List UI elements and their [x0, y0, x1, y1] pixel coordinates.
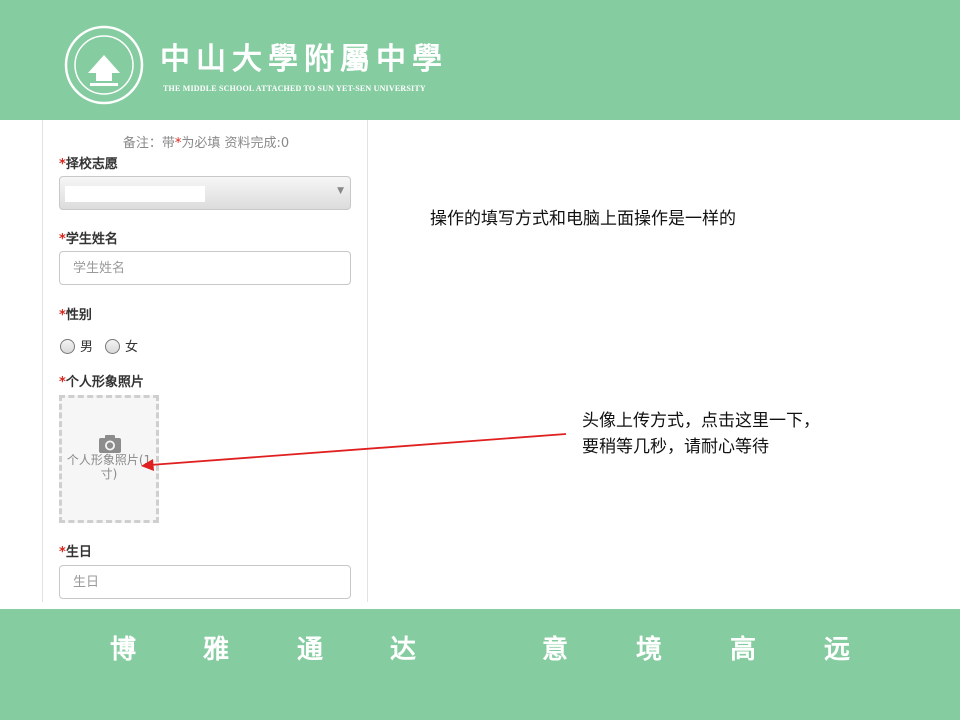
- motto-char: 博: [110, 635, 137, 665]
- instruction-photo: 头像上传方式，点击这里一下， 要稍等几秒，请耐心等待: [582, 408, 820, 460]
- required-mark: *: [59, 232, 66, 247]
- motto-char: 境: [636, 635, 663, 665]
- instruction-photo-line1: 头像上传方式，点击这里一下，: [582, 411, 820, 431]
- footer-banner: 博 雅 通 达 意 境 高 远: [0, 609, 960, 720]
- required-mark: *: [59, 308, 66, 323]
- instruction-photo-line2: 要稍等几秒，请耐心等待: [582, 437, 769, 457]
- required-mark: *: [59, 545, 66, 560]
- gender-label: *性别: [59, 304, 92, 323]
- motto-char: 意: [542, 635, 569, 665]
- school-choice-value: [65, 186, 205, 202]
- photo-label-text: 个人形象照片: [65, 375, 144, 390]
- photo-upload-button[interactable]: 个人形象照片(1寸): [59, 395, 159, 523]
- required-mark: *: [59, 375, 66, 390]
- gender-male-label[interactable]: 男: [80, 336, 93, 355]
- gender-male-radio[interactable]: [60, 339, 75, 354]
- birthday-label: *生日: [59, 541, 92, 560]
- camera-icon: [99, 435, 121, 453]
- note-prefix: 备注：带: [122, 136, 175, 151]
- school-choice-label: *择校志愿: [59, 153, 118, 172]
- motto-char: 雅: [203, 635, 230, 665]
- motto-char: 通: [297, 635, 324, 665]
- required-mark: *: [59, 157, 66, 172]
- birthday-input[interactable]: [59, 565, 351, 599]
- motto-char: 高: [730, 635, 757, 665]
- school-name-english: THE MIDDLE SCHOOL ATTACHED TO SUN YET-SE…: [163, 84, 426, 93]
- photo-label: *个人形象照片: [59, 371, 144, 390]
- motto-char: 远: [824, 635, 851, 665]
- note-suffix: 为必填 资料完成:0: [181, 136, 290, 151]
- gender-label-text: 性别: [65, 308, 92, 323]
- gender-female-label[interactable]: 女: [125, 336, 138, 355]
- birthday-label-text: 生日: [65, 545, 92, 560]
- motto-char: 达: [390, 635, 417, 665]
- school-emblem-icon: [64, 25, 144, 105]
- header-banner: 中山大學附屬中學 THE MIDDLE SCHOOL ATTACHED TO S…: [0, 0, 960, 120]
- school-name: 中山大學附屬中學: [160, 42, 448, 77]
- student-name-input[interactable]: [59, 251, 351, 285]
- dropdown-arrow-icon: ▼: [337, 186, 344, 196]
- student-name-label: *学生姓名: [59, 228, 118, 247]
- school-choice-label-text: 择校志愿: [65, 157, 118, 172]
- instruction-general: 操作的填写方式和电脑上面操作是一样的: [430, 209, 736, 229]
- school-choice-select[interactable]: ▼: [59, 176, 351, 210]
- gender-female-radio[interactable]: [105, 339, 120, 354]
- photo-upload-text: 个人形象照片(1寸): [66, 453, 152, 481]
- form-note: 备注：带*为必填 资料完成:0: [43, 132, 369, 151]
- student-name-label-text: 学生姓名: [65, 232, 118, 247]
